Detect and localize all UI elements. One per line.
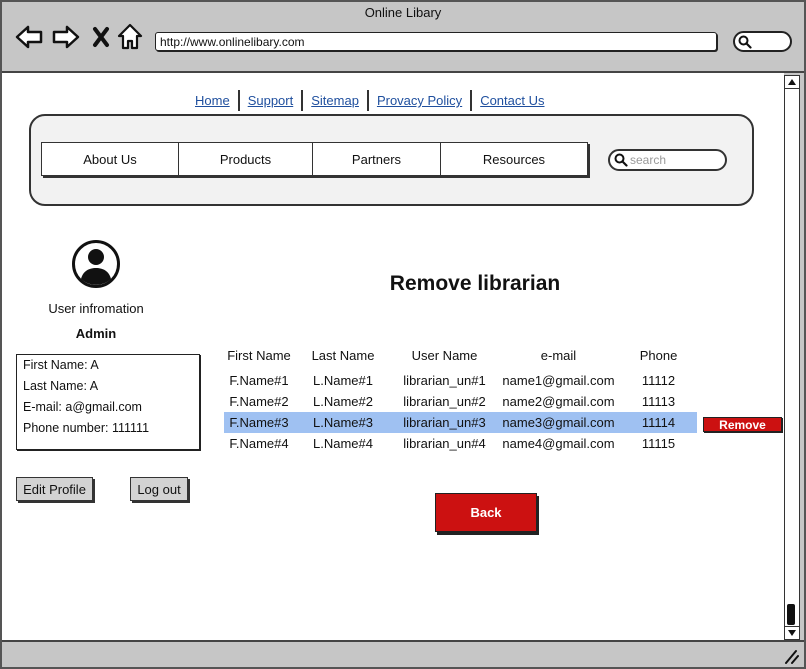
table-cell: name2@gmail.com: [502, 394, 615, 409]
user-last-name: Last Name: A: [23, 379, 99, 393]
table-cell: 11114: [641, 415, 676, 430]
triangle-down-icon: [788, 630, 796, 636]
tab-partners[interactable]: Partners: [313, 143, 441, 175]
scrollbar-thumb[interactable]: [786, 604, 795, 625]
table-cell: F.Name#2: [229, 394, 289, 409]
column-header-email: e-mail: [540, 348, 577, 363]
browser-window: Online Libary Home Support: [0, 0, 806, 669]
page-title: Remove librarian: [389, 272, 561, 295]
close-icon[interactable]: [92, 26, 110, 48]
browser-toolbar: Online Libary: [0, 0, 806, 73]
column-header-first-name: First Name: [227, 348, 291, 363]
home-icon[interactable]: [117, 23, 143, 51]
table-row[interactable]: F.Name#4 L.Name#4 librarian_un#4 name4@g…: [224, 433, 697, 454]
scroll-up-button[interactable]: [785, 76, 799, 89]
edit-profile-button[interactable]: Edit Profile: [16, 477, 93, 501]
table-header-row: First Name Last Name User Name e-mail Ph…: [224, 345, 697, 367]
resize-grip-icon[interactable]: [783, 648, 799, 664]
vertical-scrollbar[interactable]: [784, 75, 800, 640]
nav-tab-bar: About Us Products Partners Resources: [41, 142, 588, 176]
table-cell: 11115: [641, 436, 676, 451]
column-header-user-name: User Name: [411, 348, 478, 363]
user-email: E-mail: a@gmail.com: [23, 400, 142, 414]
column-header-phone: Phone: [639, 348, 678, 363]
back-arrow-icon[interactable]: [15, 25, 43, 49]
top-links-bar: Home Support Sitemap Provacy Policy Cont…: [187, 90, 553, 111]
browser-search-input[interactable]: [753, 34, 787, 49]
remove-librarian-button[interactable]: Remove: [703, 417, 782, 432]
forward-arrow-icon[interactable]: [52, 25, 80, 49]
link-home[interactable]: Home: [187, 90, 238, 111]
user-panel: User infromation Admin First Name: A Las…: [2, 233, 202, 505]
site-search-box[interactable]: [608, 149, 727, 171]
link-support[interactable]: Support: [240, 90, 302, 111]
user-avatar-icon: [72, 240, 120, 288]
librarian-table: First Name Last Name User Name e-mail Ph…: [224, 345, 697, 454]
search-icon: [738, 35, 752, 49]
table-row[interactable]: F.Name#1 L.Name#1 librarian_un#1 name1@g…: [224, 370, 697, 391]
tab-resources[interactable]: Resources: [441, 143, 587, 175]
triangle-up-icon: [788, 79, 796, 85]
table-row[interactable]: F.Name#3 L.Name#3 librarian_un#3 name3@g…: [224, 412, 697, 433]
table-cell: name1@gmail.com: [502, 373, 615, 388]
window-title: Online Libary: [364, 5, 442, 20]
table-cell: F.Name#3: [229, 415, 289, 430]
table-cell: librarian_un#1: [403, 373, 486, 388]
url-bar[interactable]: [155, 32, 717, 51]
site-navigation-panel: About Us Products Partners Resources: [29, 114, 754, 206]
table-cell: librarian_un#4: [403, 436, 486, 451]
tab-products[interactable]: Products: [179, 143, 313, 175]
table-cell: name3@gmail.com: [502, 415, 615, 430]
table-cell: L.Name#3: [313, 415, 373, 430]
link-privacy-policy[interactable]: Provacy Policy: [369, 90, 470, 111]
table-cell: librarian_un#2: [403, 394, 486, 409]
table-row[interactable]: F.Name#2 L.Name#2 librarian_un#2 name2@g…: [224, 391, 697, 412]
back-button[interactable]: Back: [435, 493, 537, 532]
scroll-down-button[interactable]: [785, 626, 799, 639]
table-cell: F.Name#1: [229, 373, 289, 388]
site-search-input[interactable]: [630, 152, 720, 168]
table-cell: name4@gmail.com: [502, 436, 615, 451]
browser-status-bar: [0, 640, 806, 669]
search-icon: [614, 153, 628, 167]
user-role: Admin: [75, 326, 117, 341]
browser-search-box[interactable]: [733, 31, 792, 52]
table-cell: L.Name#1: [313, 373, 373, 388]
user-phone: Phone number: 111111: [23, 421, 150, 435]
link-contact-us[interactable]: Contact Us: [472, 90, 552, 111]
table-cell: F.Name#4: [229, 436, 289, 451]
user-first-name: First Name: A: [23, 358, 99, 372]
link-sitemap[interactable]: Sitemap: [303, 90, 367, 111]
page-viewport: Home Support Sitemap Provacy Policy Cont…: [2, 73, 784, 640]
tab-about-us[interactable]: About Us: [42, 143, 179, 175]
table-cell: 11112: [641, 373, 676, 388]
table-cell: 11113: [641, 394, 676, 409]
table-cell: L.Name#2: [313, 394, 373, 409]
user-info-heading: User infromation: [48, 301, 144, 316]
user-details-box: First Name: A Last Name: A E-mail: a@gma…: [16, 354, 200, 450]
column-header-last-name: Last Name: [311, 348, 375, 363]
table-cell: L.Name#4: [313, 436, 373, 451]
logout-button[interactable]: Log out: [130, 477, 188, 501]
table-cell: librarian_un#3: [403, 415, 486, 430]
